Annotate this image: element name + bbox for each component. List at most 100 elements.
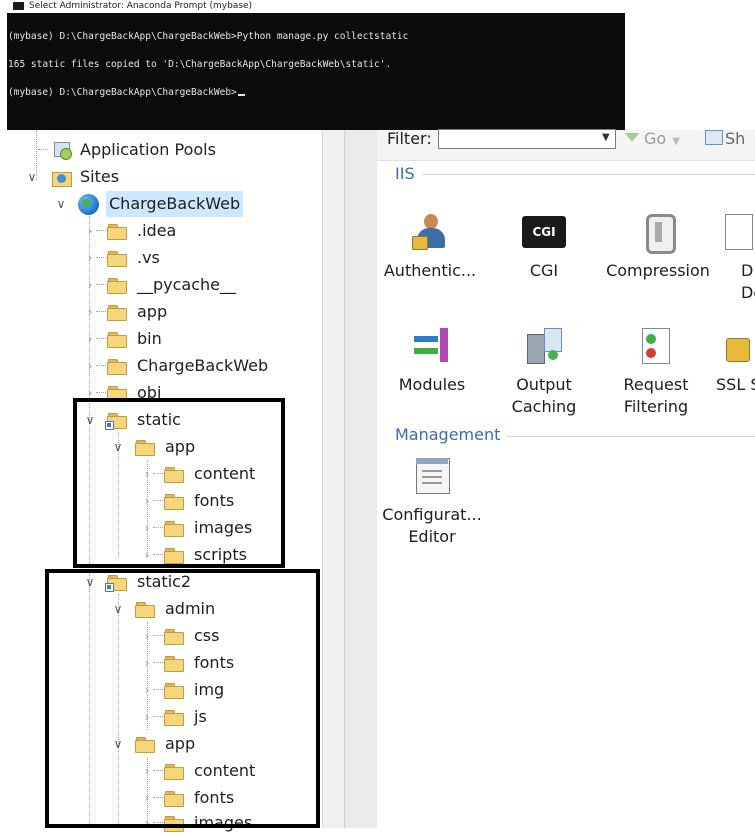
tree-item-folder[interactable]: › obj: [0, 380, 320, 406]
chevron-right-icon[interactable]: ›: [140, 789, 154, 807]
tree-item-folder[interactable]: › .vs: [0, 245, 320, 271]
tree-item-folder[interactable]: › app: [0, 299, 320, 325]
feature-default-document[interactable]: D Doc: [717, 212, 755, 304]
chevron-right-icon[interactable]: ›: [83, 357, 97, 375]
configuration-editor-icon: [412, 456, 452, 500]
chevron-right-icon[interactable]: ›: [140, 492, 154, 510]
chevron-down-icon[interactable]: ∨: [54, 195, 68, 213]
chevron-down-icon[interactable]: ∨: [111, 600, 125, 618]
chevron-right-icon[interactable]: ›: [83, 222, 97, 240]
folder-icon: [107, 224, 127, 240]
output-caching-icon: [524, 326, 564, 370]
tree-item-folder[interactable]: › content: [0, 461, 320, 487]
folder-icon: [107, 332, 127, 348]
request-filtering-icon: [636, 326, 676, 370]
chevron-right-icon[interactable]: ›: [140, 654, 154, 672]
console-titlebar[interactable]: Select Administrator: Anaconda Prompt (m…: [0, 0, 625, 13]
feature-label: Request Filtering: [623, 375, 689, 416]
chevron-right-icon[interactable]: ›: [140, 519, 154, 537]
tree-item-folder[interactable]: › content: [0, 758, 320, 784]
chevron-down-icon[interactable]: ▼: [602, 130, 610, 146]
tree-item-folder[interactable]: › fonts: [0, 785, 320, 811]
default-document-icon: [717, 212, 755, 256]
feature-cgi[interactable]: CGI CGI: [489, 212, 599, 282]
tree-item-folder[interactable]: › bin: [0, 326, 320, 352]
tree-item-static-app[interactable]: ∨ app: [0, 434, 320, 460]
group-divider: [507, 436, 755, 437]
tree-item-label: admin: [165, 599, 216, 618]
website-globe-icon: [78, 194, 99, 215]
feature-modules[interactable]: Modules: [377, 326, 487, 396]
tree-item-folder[interactable]: › ChargeBackWeb: [0, 353, 320, 379]
filter-input[interactable]: [438, 129, 616, 149]
tree-item-folder[interactable]: › fonts: [0, 650, 320, 676]
filter-bar: Filter: ▼ Go ▼ Sh: [377, 129, 755, 161]
chevron-down-icon[interactable]: ∨: [25, 168, 39, 186]
chevron-down-icon[interactable]: ∨: [83, 573, 97, 591]
chevron-right-icon[interactable]: ›: [140, 681, 154, 699]
tree-item-label: static: [137, 410, 181, 429]
tree-item-application-pools[interactable]: Application Pools: [0, 137, 320, 163]
feature-authentication[interactable]: Authentic...: [375, 212, 485, 282]
tree-scrollbar[interactable]: [322, 130, 345, 828]
chevron-right-icon[interactable]: ›: [140, 708, 154, 726]
feature-configuration-editor[interactable]: Configurat... Editor: [377, 456, 487, 548]
tree-item-label: fonts: [194, 653, 235, 672]
tree-item-folder[interactable]: › js: [0, 704, 320, 730]
tree-item-label: static2: [137, 572, 192, 591]
features-view[interactable]: Filter: ▼ Go ▼ Sh IIS Authentic... CGI CG…: [375, 129, 755, 828]
folder-icon: [164, 629, 184, 645]
feature-output-caching[interactable]: Output Caching: [489, 326, 599, 418]
virtual-directory-folder-icon: [105, 413, 127, 430]
console-cursor: [237, 94, 245, 96]
chevron-right-icon[interactable]: ›: [83, 249, 97, 267]
chevron-right-icon[interactable]: ›: [140, 762, 154, 780]
tree-item-label: __pycache__: [137, 275, 237, 294]
tree-item-static2-app[interactable]: ∨ app: [0, 731, 320, 757]
chevron-down-icon[interactable]: ∨: [111, 438, 125, 456]
pane-splitter[interactable]: [344, 130, 377, 828]
tree-item-sites[interactable]: ∨ Sites: [0, 164, 320, 190]
tree-item-folder[interactable]: › img: [0, 677, 320, 703]
tree-item-static2[interactable]: ∨ static2: [0, 569, 320, 595]
virtual-directory-folder-icon: [105, 575, 127, 592]
chevron-right-icon[interactable]: ›: [83, 330, 97, 348]
filter-funnel-icon: [625, 133, 639, 142]
folder-icon: [164, 548, 184, 564]
go-button[interactable]: Go ▼: [625, 130, 680, 148]
chevron-right-icon[interactable]: ›: [140, 546, 154, 564]
application-pools-icon: [52, 142, 72, 160]
tree-item-folder[interactable]: › __pycache__: [0, 272, 320, 298]
feature-compression[interactable]: Compression: [603, 212, 713, 282]
chevron-down-icon[interactable]: ∨: [111, 735, 125, 753]
tree-item-folder[interactable]: › images: [0, 515, 320, 541]
group-header-iis[interactable]: IIS: [395, 164, 415, 183]
tree-item-label: app: [137, 302, 168, 321]
tree-item-folder[interactable]: › .idea: [0, 218, 320, 244]
chevron-right-icon[interactable]: ›: [83, 276, 97, 294]
chevron-right-icon[interactable]: ›: [140, 465, 154, 483]
chevron-right-icon[interactable]: ›: [140, 627, 154, 645]
chevron-right-icon[interactable]: ›: [83, 303, 97, 321]
console-window[interactable]: (mybase) D:\ChargeBackApp\ChargeBackWeb>…: [7, 13, 625, 130]
feature-ssl-settings[interactable]: SSL S: [716, 326, 755, 396]
show-all-button[interactable]: Sh: [705, 130, 745, 148]
feature-label: Compression: [606, 261, 710, 280]
tree-item-folder[interactable]: › scripts: [0, 542, 320, 568]
chevron-down-icon[interactable]: ∨: [83, 411, 97, 429]
chevron-right-icon[interactable]: ›: [140, 814, 154, 832]
feature-label: Configurat... Editor: [382, 505, 482, 546]
group-header-management[interactable]: Management: [395, 425, 500, 444]
tree-item-folder[interactable]: › fonts: [0, 488, 320, 514]
feature-label: D Doc: [741, 261, 755, 302]
tree-item-folder[interactable]: › css: [0, 623, 320, 649]
tree-item-static2-admin[interactable]: ∨ admin: [0, 596, 320, 622]
feature-request-filtering[interactable]: Request Filtering: [601, 326, 711, 418]
tree-item-label: Application Pools: [80, 140, 216, 159]
tree-item-label: Sites: [80, 167, 120, 186]
tree-item-site[interactable]: ∨ ChargeBackWeb: [0, 191, 320, 217]
tree-item-label: fonts: [194, 788, 235, 807]
tree-item-static[interactable]: ∨ static: [0, 407, 320, 433]
chevron-right-icon[interactable]: ›: [83, 384, 97, 402]
tree-item-folder[interactable]: › images: [0, 810, 320, 836]
